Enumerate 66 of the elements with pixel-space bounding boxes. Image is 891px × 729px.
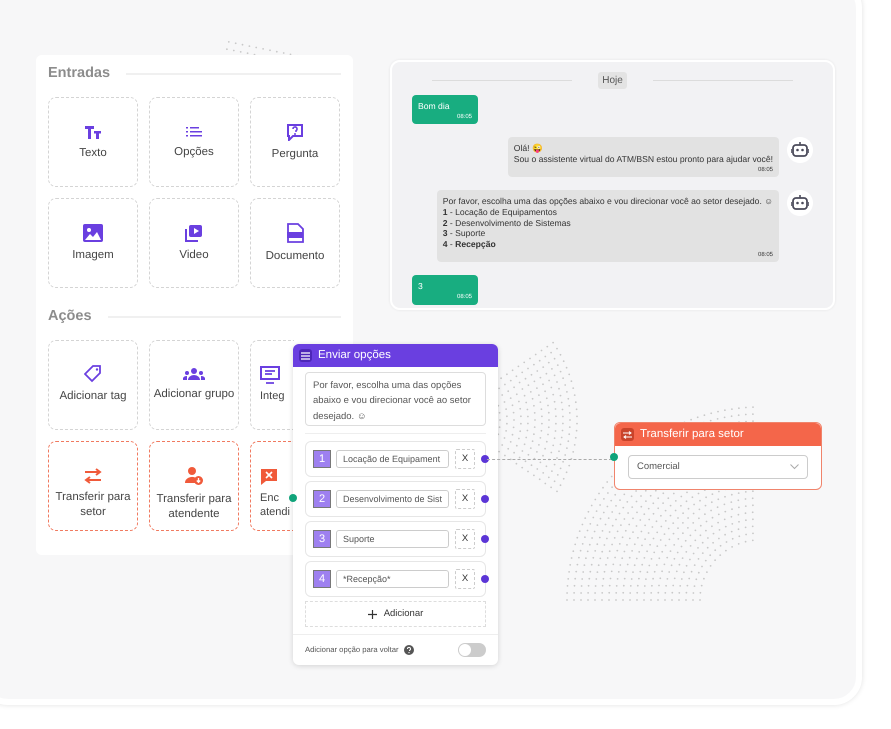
option-input[interactable]: Suporte	[336, 530, 449, 548]
connection-handle[interactable]	[289, 494, 297, 502]
sector-select[interactable]: Comercial	[628, 455, 808, 480]
connection-handle[interactable]	[481, 535, 489, 544]
robot-icon	[791, 142, 809, 158]
section-title: Ações	[48, 306, 92, 326]
message-text: 2 - Desenvolvimento de Sistemas	[442, 218, 572, 228]
message-text: 3	[418, 281, 424, 292]
help-icon[interactable]	[404, 645, 414, 656]
text-icon	[84, 124, 102, 140]
option-input[interactable]: *Recepção*	[336, 570, 449, 588]
list-icon	[301, 352, 310, 360]
message-text: Por favor, escolha uma das opções abaixo e vou direcionar você ao setor desejado. ☺	[442, 196, 773, 207]
palette-tile[interactable]: Adicionar grupo	[149, 340, 239, 430]
node-title: Transferir para setor	[640, 427, 744, 442]
remove-option-button[interactable]: X	[455, 449, 475, 470]
message-textarea[interactable]: Por favor, escolha uma das opções abaixo e vou direcionar você ao setor desejado. ☺	[305, 372, 486, 426]
message-text: 3 - Suporte	[442, 228, 486, 240]
palette-tile[interactable]: Transferir para atendente	[149, 440, 239, 530]
image-icon	[83, 224, 103, 242]
list-icon	[185, 124, 203, 139]
palette-tile[interactable]: Opções	[149, 96, 239, 187]
message-text: Sou o assistente virtual do ATM/BSN estou pronto para ajudar você!	[514, 154, 773, 165]
toggle-switch[interactable]	[458, 643, 486, 658]
monitor-icon	[260, 366, 280, 384]
palette-tile[interactable]: Imagem	[48, 198, 138, 288]
palette-tile[interactable]: Enc atendi	[250, 440, 294, 530]
add-option-button[interactable]: Adicionar	[305, 601, 486, 628]
option-number: 3	[313, 530, 331, 548]
option-number: 4	[313, 570, 331, 588]
option-number: 2	[313, 490, 331, 508]
section-title: Entradas	[48, 64, 110, 83]
video-icon	[185, 224, 203, 242]
palette-tile[interactable]: Transferir para setor	[48, 440, 138, 530]
node-title: Enviar opções	[318, 348, 391, 363]
question-icon	[286, 122, 304, 141]
connection-handle[interactable]	[481, 495, 489, 504]
message-text: 4 - Recepção	[442, 239, 497, 250]
chat-x-icon	[260, 468, 278, 486]
message-text: Olá! 😜	[514, 143, 544, 154]
palette-tile[interactable]: Adicionar tag	[48, 340, 138, 430]
remove-option-button[interactable]: X	[455, 489, 475, 510]
palette-tile[interactable]: Texto	[48, 96, 138, 187]
transfer-arrows-icon	[83, 468, 103, 484]
connection-handle[interactable]	[481, 575, 489, 584]
option-number: 1	[313, 450, 331, 468]
option-input[interactable]: Locação de Equipament	[336, 450, 449, 468]
group-icon	[183, 367, 205, 382]
connection-handle[interactable]	[610, 453, 618, 461]
palette-tile[interactable]: Integ	[250, 340, 294, 430]
option-input[interactable]: Desenvolvimento de Sist	[336, 490, 449, 508]
message-text: 1 - Locação de Equipamentos	[442, 206, 558, 218]
palette-tile[interactable]: Video	[149, 198, 239, 288]
chevron-down-icon	[790, 464, 799, 470]
remove-option-button[interactable]: X	[455, 529, 475, 550]
transfer-arrows-icon	[623, 430, 632, 439]
plus-icon	[368, 610, 377, 619]
palette-tile[interactable]: Pergunta	[250, 96, 340, 187]
tag-icon	[84, 365, 102, 384]
robot-icon	[791, 195, 809, 212]
message-text: Bom dia	[418, 101, 451, 112]
palette-tile[interactable]: Documento	[250, 198, 340, 288]
user-icon	[184, 466, 204, 486]
date-chip: Hoje	[598, 72, 627, 89]
remove-option-button[interactable]: X	[455, 569, 475, 590]
connection-handle[interactable]	[481, 455, 489, 464]
